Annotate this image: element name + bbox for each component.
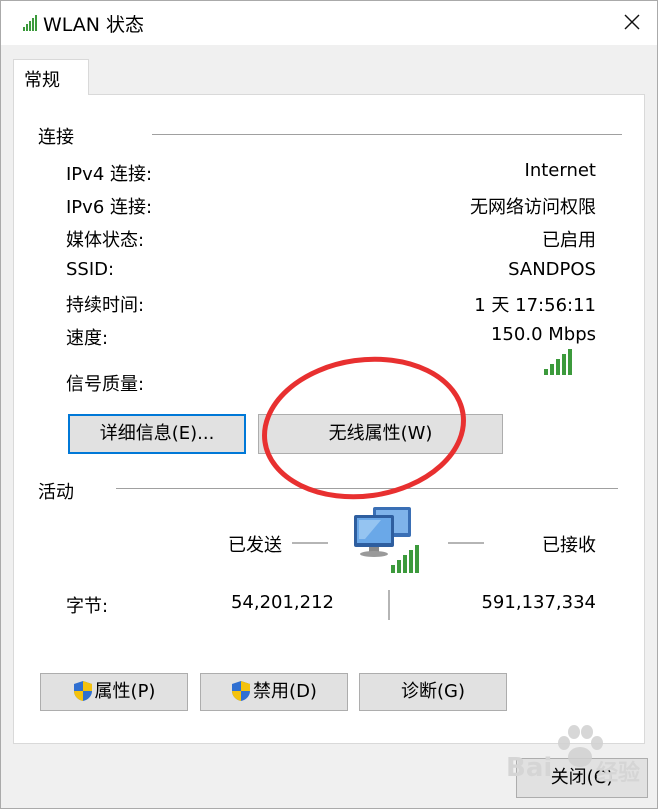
media-state-label: 媒体状态:	[66, 230, 145, 251]
received-label: 已接收	[542, 535, 596, 556]
diagnose-button[interactable]: 诊断(G)	[359, 673, 507, 711]
bytes-received-value: 591,137,334	[481, 592, 596, 613]
ssid-label: SSID:	[66, 259, 115, 280]
wifi-signal-icon	[23, 15, 37, 31]
window-title: WLAN 状态	[43, 14, 145, 36]
network-computers-icon	[354, 507, 419, 573]
connection-heading: 连接	[38, 127, 74, 148]
ssid-value: SANDPOS	[508, 259, 596, 280]
connection-divider	[152, 134, 622, 135]
close-icon[interactable]	[621, 11, 643, 33]
uac-shield-icon	[73, 680, 92, 701]
signal-strength-icon	[544, 349, 572, 375]
signal-quality-label: 信号质量:	[66, 374, 145, 395]
ipv6-label: IPv6 连接:	[66, 197, 153, 218]
duration-value: 1 天 17:56:11	[474, 295, 596, 316]
annotation-ellipse	[262, 356, 466, 500]
wlan-status-dialog: WLAN 状态 常规 连接 IPv4 连接: Internet IPv6 连接:…	[0, 0, 658, 809]
watermark: Bai 经验	[506, 723, 656, 803]
sent-line	[292, 542, 328, 544]
duration-label: 持续时间:	[66, 295, 145, 316]
ipv4-value: Internet	[524, 160, 596, 181]
sent-label: 已发送	[228, 535, 282, 556]
media-state-value: 已启用	[542, 230, 596, 251]
watermark-suffix: 经验	[596, 761, 641, 786]
speed-value: 150.0 Mbps	[490, 324, 596, 345]
disable-button-label: 禁用(D)	[253, 681, 317, 702]
details-button[interactable]: 详细信息(E)...	[68, 414, 246, 454]
speed-label: 速度:	[66, 328, 109, 349]
ipv6-value: 无网络访问权限	[470, 197, 596, 218]
title-bar: WLAN 状态	[1, 1, 657, 45]
properties-button[interactable]: 属性(P)	[40, 673, 188, 711]
watermark-brand: Bai	[506, 753, 553, 783]
uac-shield-icon	[232, 680, 251, 701]
properties-button-label: 属性(P)	[94, 681, 156, 702]
ipv4-label: IPv4 连接:	[66, 164, 153, 185]
tab-general[interactable]: 常规	[13, 59, 89, 95]
bytes-sent-value: 54,201,212	[230, 592, 334, 613]
received-line	[448, 542, 484, 544]
bytes-label: 字节:	[66, 596, 109, 617]
bytes-separator	[388, 590, 390, 620]
disable-button[interactable]: 禁用(D)	[200, 673, 348, 711]
tab-general-label: 常规	[24, 70, 60, 91]
activity-heading: 活动	[38, 482, 74, 503]
